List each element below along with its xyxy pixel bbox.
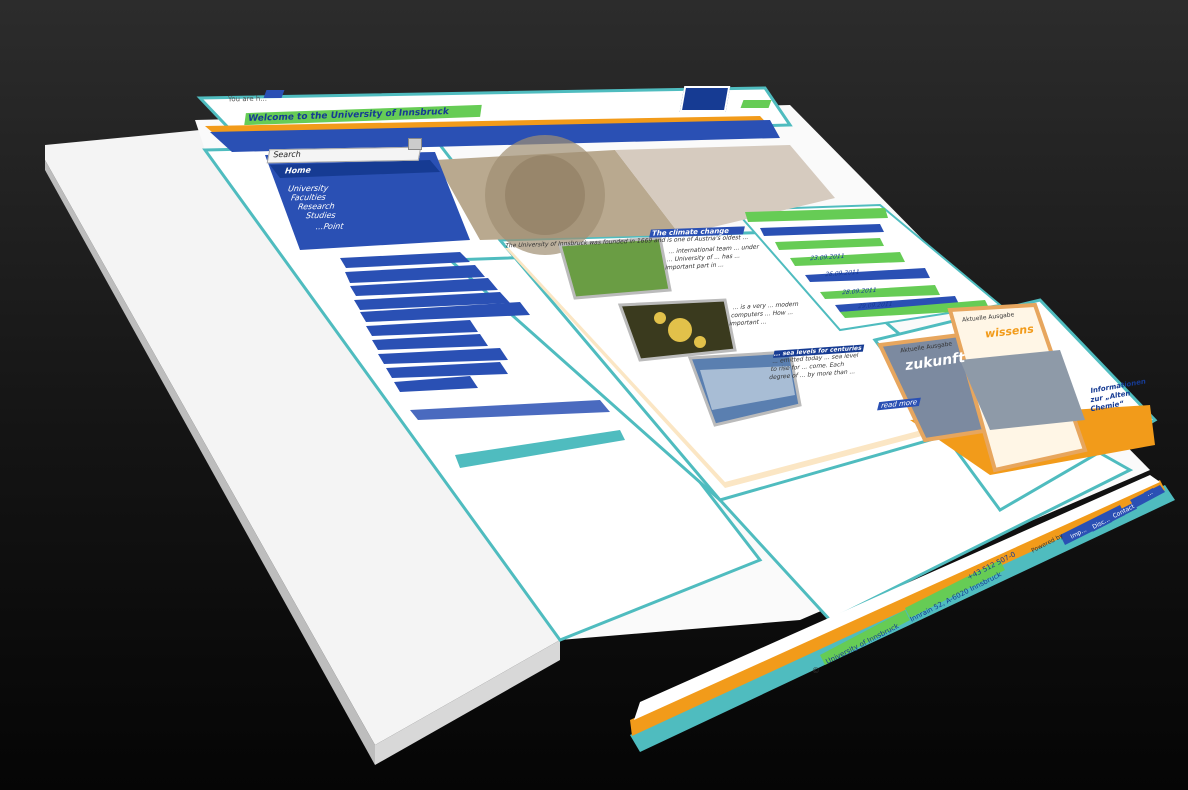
- news-text-2: ... is a very ... modern computers ... H…: [728, 300, 800, 328]
- header-language-button[interactable]: [740, 100, 772, 108]
- news-item-2[interactable]: ... is a very ... modern computers ... H…: [727, 299, 824, 336]
- sidebar-item-studies[interactable]: Studies: [304, 211, 337, 221]
- search-button[interactable]: [408, 138, 422, 150]
- university-logo: [679, 86, 731, 112]
- news-item-3[interactable]: ... sea levels for centuries ... emitted…: [766, 344, 865, 396]
- search-box[interactable]: Search: [266, 146, 422, 164]
- search-label: Search: [272, 149, 302, 160]
- dom-3d-view: You are h... Welcome to the University o…: [0, 0, 1188, 790]
- sidebar-item-point[interactable]: ...Point: [314, 222, 345, 232]
- news-item-1[interactable]: ... international team ... under ... Uni…: [661, 243, 764, 288]
- header-top-button[interactable]: [263, 90, 285, 98]
- sidebar-item-faculties[interactable]: Faculties: [289, 193, 327, 203]
- breadcrumb: You are h...: [227, 94, 268, 104]
- flower-photo: [558, 236, 672, 300]
- news-text-3: ... emitted today ... sea level to rise …: [768, 351, 860, 382]
- base-page-slab: [0, 0, 1188, 790]
- slab-geometry: [45, 86, 1175, 765]
- news-text-1: ... international team ... under ... Uni…: [664, 243, 760, 272]
- sidebar-item-home[interactable]: Home: [284, 165, 313, 175]
